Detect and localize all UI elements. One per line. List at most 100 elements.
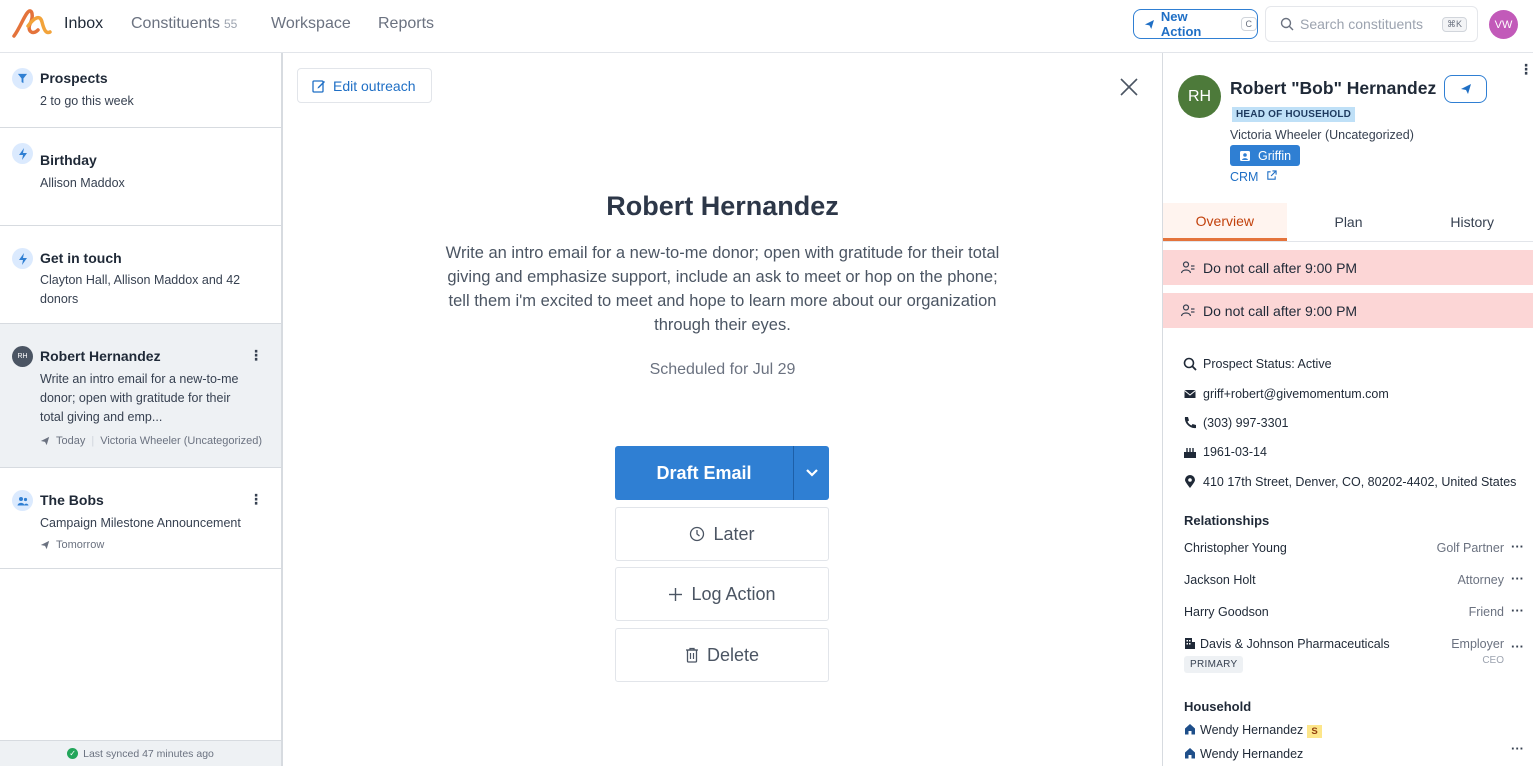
relationship-name: Harry Goodson: [1184, 605, 1269, 619]
assignee-chip[interactable]: Griffin: [1230, 145, 1301, 166]
relationship-row[interactable]: Jackson Holt Attorney ···: [1184, 571, 1527, 587]
lightning-icon: [12, 143, 33, 164]
outreach-description: Write an intro email for a new-to-me don…: [445, 244, 1000, 334]
search-icon: [1183, 357, 1197, 371]
plus-icon: [669, 587, 683, 601]
alert-banner: Do not call after 9:00 PM: [1163, 293, 1533, 328]
card-title: Birthday: [40, 152, 97, 168]
tab-overview[interactable]: Overview: [1163, 203, 1287, 241]
birthday-row: 1961-03-14: [1183, 445, 1267, 459]
phone-row[interactable]: (303) 997-3301: [1183, 416, 1288, 430]
sync-text: Last synced 47 minutes ago: [83, 747, 214, 760]
search-input[interactable]: Search constituents ⌘K: [1265, 6, 1478, 42]
household-member-name: Wendy Hernandez: [1200, 723, 1304, 737]
more-options-icon[interactable]: ···: [1511, 741, 1524, 756]
more-options-icon[interactable]: ···: [1511, 639, 1524, 654]
send-action-button[interactable]: [1444, 75, 1487, 103]
building-icon: [1185, 638, 1195, 649]
email-row[interactable]: griff+robert@givemomentum.com: [1183, 387, 1389, 401]
profile-owner: Victoria Wheeler (Uncategorized): [1230, 128, 1414, 142]
mail-icon: [1184, 390, 1196, 398]
crm-link[interactable]: CRM: [1230, 170, 1277, 184]
send-icon: [40, 540, 50, 550]
prospect-status-row: Prospect Status: Active: [1183, 357, 1332, 371]
more-options-icon[interactable]: ···: [1511, 539, 1524, 554]
clock-icon: [690, 526, 705, 542]
chevron-down-icon[interactable]: [794, 446, 829, 500]
assignee-name: Griffin: [1258, 148, 1292, 163]
filter-icon: [12, 68, 33, 89]
group-icon: [12, 490, 33, 511]
draft-email-button[interactable]: Draft Email: [615, 446, 794, 500]
card-when: Today: [56, 435, 86, 447]
email-value: griff+robert@givemomentum.com: [1203, 387, 1389, 401]
top-nav: Inbox Constituents 55 Workspace Reports N…: [0, 0, 1533, 53]
list-item-robert-hernandez[interactable]: RH Robert Hernandez ⋮ Write an intro ema…: [0, 324, 281, 468]
delete-button[interactable]: Delete: [615, 628, 829, 682]
delete-label: Delete: [706, 644, 760, 665]
more-options-icon[interactable]: ···: [1511, 571, 1524, 586]
relationship-role: Attorney: [1457, 573, 1504, 587]
relationship-role: Employer: [1451, 637, 1504, 651]
relationship-name: Jackson Holt: [1184, 573, 1256, 587]
nav-constituents[interactable]: Constituents 55: [131, 15, 237, 33]
card-title: The Bobs: [40, 492, 104, 508]
relationship-subrole: CEO: [1482, 655, 1504, 666]
more-options-icon[interactable]: ⋮: [249, 347, 263, 364]
close-icon[interactable]: [1119, 75, 1139, 101]
card-title: Prospects: [40, 70, 108, 86]
external-link-icon: [1267, 170, 1277, 180]
nav-inbox[interactable]: Inbox: [64, 15, 103, 33]
prospect-status: Prospect Status: Active: [1203, 357, 1332, 371]
nav-workspace[interactable]: Workspace: [271, 15, 351, 33]
user-avatar[interactable]: VW: [1489, 10, 1518, 39]
relationship-row[interactable]: Davis & Johnson Pharmaceuticals PRIMARY …: [1184, 637, 1527, 677]
tab-plan[interactable]: Plan: [1287, 203, 1411, 241]
later-label: Later: [713, 523, 755, 544]
card-meta: Tomorrow: [40, 539, 104, 551]
send-icon: [40, 436, 50, 446]
later-button[interactable]: Later: [615, 507, 829, 561]
nav-reports[interactable]: Reports: [378, 15, 434, 33]
constituent-profile-panel: RH Robert "Bob" Hernandez ⋮ HEAD OF HOUS…: [1162, 53, 1533, 766]
more-options-icon[interactable]: ⋮: [1519, 61, 1533, 78]
list-item-prospects[interactable]: Prospects 2 to go this week: [0, 53, 281, 128]
trash-icon: [685, 647, 698, 663]
search-placeholder: Search constituents: [1300, 16, 1423, 32]
relationship-row[interactable]: Harry Goodson Friend ···: [1184, 603, 1527, 619]
new-action-label: New Action: [1160, 9, 1202, 39]
home-icon: [1185, 748, 1195, 759]
primary-badge: PRIMARY: [1184, 656, 1244, 673]
address-row[interactable]: 410 17th Street, Denver, CO, 80202-4402,…: [1183, 475, 1516, 489]
card-title: Get in touch: [40, 250, 122, 266]
draft-email-split-button: Draft Email: [615, 446, 829, 500]
household-member-row[interactable]: Wendy Hernandez ···: [1184, 741, 1527, 761]
person-alert-icon: [1181, 261, 1195, 274]
edit-outreach-button[interactable]: Edit outreach: [297, 68, 432, 103]
list-item-the-bobs[interactable]: The Bobs ⋮ Campaign Milestone Announceme…: [0, 468, 281, 569]
lightning-icon: [12, 248, 33, 269]
separator: |: [91, 435, 95, 447]
app-logo[interactable]: [10, 6, 52, 40]
constituents-count: 55: [223, 17, 238, 31]
edit-icon: [312, 79, 325, 93]
household-heading: Household: [1184, 699, 1252, 714]
list-item-get-in-touch[interactable]: Get in touch Clayton Hall, Allison Maddo…: [0, 226, 281, 324]
card-when: Tomorrow: [56, 539, 105, 551]
avatar: RH: [12, 346, 33, 367]
relationship-row[interactable]: Christopher Young Golf Partner ···: [1184, 539, 1527, 555]
tab-history[interactable]: History: [1410, 203, 1533, 241]
card-subtitle: Campaign Milestone Announcement: [40, 516, 241, 530]
sync-status: ✓ Last synced 47 minutes ago: [0, 740, 281, 766]
phone-icon: [1184, 417, 1196, 429]
outreach-title: Robert Hernandez: [606, 191, 839, 221]
list-item-birthday[interactable]: Birthday Allison Maddox: [0, 128, 281, 226]
new-action-button[interactable]: New Action C: [1133, 9, 1258, 39]
log-action-button[interactable]: Log Action: [615, 567, 829, 621]
household-member-row[interactable]: Wendy Hernandez S: [1184, 723, 1527, 738]
more-options-icon[interactable]: ⋮: [249, 491, 263, 508]
relationship-role: Friend: [1468, 605, 1504, 619]
edit-outreach-label: Edit outreach: [333, 77, 416, 94]
new-action-shortcut: C: [1240, 17, 1257, 31]
more-options-icon[interactable]: ···: [1511, 603, 1524, 618]
